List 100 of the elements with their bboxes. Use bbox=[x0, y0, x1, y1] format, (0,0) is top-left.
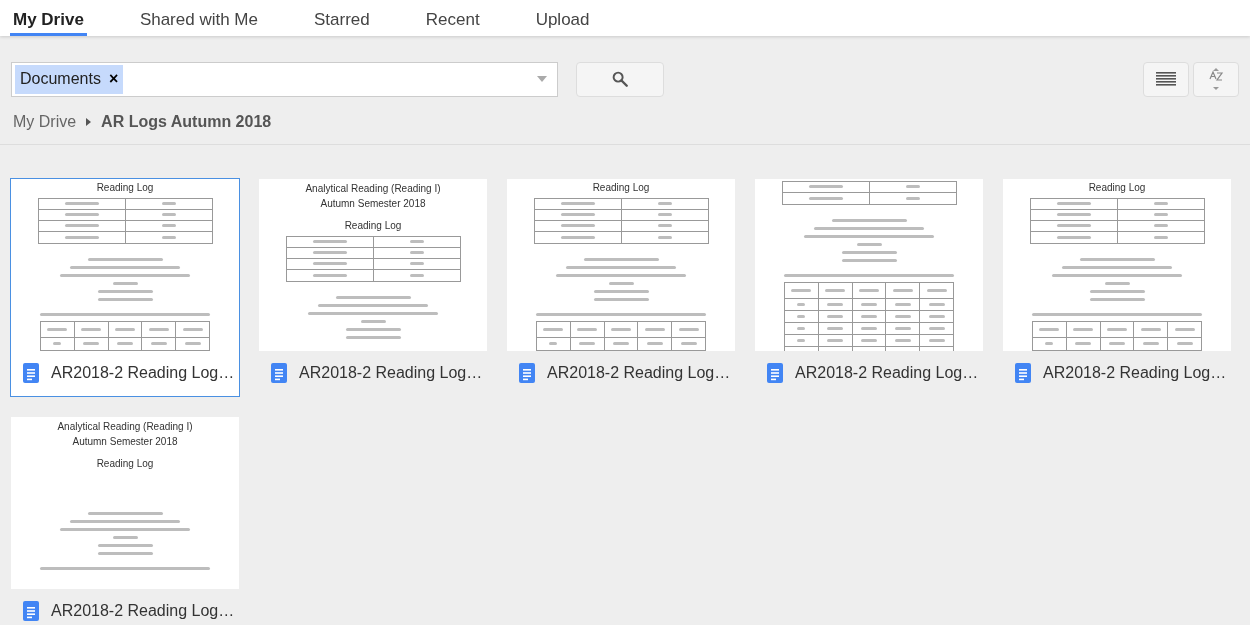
blurred-text bbox=[1104, 281, 1130, 285]
blurred-text bbox=[577, 327, 598, 331]
blurred-text bbox=[825, 288, 846, 292]
blurred-text bbox=[312, 262, 347, 265]
blurred-text bbox=[905, 196, 920, 200]
blurred-text bbox=[644, 327, 665, 331]
file-card[interactable]: Analytical Reading (Reading I) Autumn Semester 2018 Reading Log AR2018-2 Reading Log… bbox=[258, 177, 488, 397]
blurred-text bbox=[1153, 202, 1168, 205]
blurred-text bbox=[112, 281, 138, 285]
blurred-text bbox=[613, 342, 629, 345]
blurred-text bbox=[560, 235, 595, 239]
blurred-text bbox=[1140, 327, 1161, 331]
blurred-text bbox=[161, 202, 176, 205]
page-title: Analytical Reading (Reading I) bbox=[305, 181, 441, 196]
blurred-text bbox=[345, 335, 401, 339]
blurred-text bbox=[1089, 289, 1145, 293]
blurred-text bbox=[64, 213, 99, 216]
sort-az-icon bbox=[1208, 67, 1224, 91]
breadcrumb-item[interactable]: My Drive bbox=[13, 109, 77, 134]
blurred-text bbox=[1056, 224, 1091, 227]
blurred-text bbox=[928, 314, 945, 318]
file-name: AR2018-2 Reading Log… bbox=[795, 363, 979, 383]
search-icon bbox=[611, 70, 629, 88]
file-card[interactable]: Reading Log AR2018-2 Reading Log… bbox=[1002, 177, 1232, 397]
blurred-text bbox=[1056, 202, 1091, 205]
blurred-text bbox=[657, 235, 672, 239]
blurred-text bbox=[53, 342, 62, 345]
blurred-text bbox=[657, 224, 672, 227]
blurred-text bbox=[1056, 213, 1091, 216]
blurred-text bbox=[657, 213, 672, 216]
tab[interactable]: Starred bbox=[311, 0, 373, 36]
breadcrumb-item: AR Logs Autumn 2018 bbox=[101, 111, 272, 132]
blurred-text bbox=[1089, 297, 1145, 301]
blurred-text bbox=[841, 258, 897, 262]
blurred-text bbox=[64, 224, 99, 227]
search-button[interactable] bbox=[576, 61, 664, 97]
blurred-text bbox=[312, 273, 347, 277]
blurred-text bbox=[1176, 342, 1193, 345]
file-card[interactable]: Reading Log AR2018-2 Reading Log… bbox=[506, 177, 736, 397]
blurred-text bbox=[1056, 235, 1091, 239]
tab[interactable]: Shared with Me bbox=[136, 0, 261, 36]
blurred-text bbox=[926, 288, 947, 292]
page-heading: Reading Log bbox=[96, 456, 154, 470]
blurred-text bbox=[894, 302, 911, 306]
blurred-text bbox=[312, 251, 347, 254]
file-card[interactable]: Analytical Reading (Reading I) Autumn Semester 2018 Reading Log AR2018-2 Reading Log… bbox=[10, 415, 240, 625]
blurred-text bbox=[97, 297, 153, 301]
blurred-text bbox=[680, 342, 697, 345]
blurred-text bbox=[859, 288, 879, 292]
search-field[interactable]: Documents × bbox=[11, 61, 558, 97]
blurred-text bbox=[148, 327, 169, 331]
blurred-text bbox=[827, 338, 844, 342]
blurred-text bbox=[560, 213, 595, 216]
blurred-text bbox=[47, 327, 68, 331]
file-name: AR2018-2 Reading Log… bbox=[299, 363, 483, 383]
tab[interactable]: My Drive bbox=[10, 0, 87, 36]
close-button[interactable]: × bbox=[108, 71, 119, 87]
blurred-text bbox=[928, 338, 945, 342]
blurred-text bbox=[646, 342, 663, 345]
blurred-text bbox=[856, 242, 882, 246]
blurred-text bbox=[894, 326, 911, 330]
blurred-text bbox=[83, 342, 100, 345]
page-heading: Reading Log bbox=[592, 180, 650, 194]
blurred-text bbox=[64, 202, 99, 205]
blurred-text bbox=[593, 297, 649, 301]
blurred-text bbox=[81, 327, 102, 331]
file-name: AR2018-2 Reading Log… bbox=[1043, 363, 1227, 383]
blurred-text bbox=[608, 281, 634, 285]
list-view-button[interactable] bbox=[1143, 61, 1189, 97]
blurred-text bbox=[1153, 213, 1168, 216]
blurred-text bbox=[409, 273, 424, 277]
file-card[interactable]: AR2018-2 Reading Log… bbox=[754, 177, 984, 397]
document-icon bbox=[1015, 363, 1031, 383]
blurred-text bbox=[861, 302, 877, 306]
blurred-text bbox=[182, 327, 203, 331]
blurred-text bbox=[161, 235, 176, 239]
blurred-text bbox=[112, 535, 138, 539]
blurred-text bbox=[150, 342, 167, 345]
page-title: Autumn Semester 2018 bbox=[320, 196, 426, 211]
file-card[interactable]: Reading Log AR2018-2 Reading Log… bbox=[10, 177, 240, 397]
blurred-text bbox=[409, 240, 424, 243]
blurred-text bbox=[1073, 327, 1094, 331]
blurred-text bbox=[117, 342, 133, 345]
page-heading: Reading Log bbox=[96, 180, 154, 194]
file-name: AR2018-2 Reading Log… bbox=[51, 363, 235, 383]
blurred-text bbox=[409, 251, 424, 254]
blurred-text bbox=[894, 338, 911, 342]
dropdown-caret-icon[interactable] bbox=[537, 76, 547, 82]
blurred-text bbox=[1153, 224, 1168, 227]
blurred-text bbox=[409, 262, 424, 265]
blurred-text bbox=[892, 288, 913, 292]
document-icon bbox=[519, 363, 535, 383]
tab[interactable]: Recent bbox=[422, 0, 483, 36]
blurred-text bbox=[345, 327, 401, 331]
list-icon bbox=[1156, 72, 1176, 86]
blurred-text bbox=[97, 551, 153, 555]
blurred-text bbox=[928, 326, 945, 330]
blurred-text bbox=[827, 314, 844, 318]
tab[interactable]: Upload bbox=[532, 0, 593, 36]
blurred-text bbox=[543, 327, 564, 331]
